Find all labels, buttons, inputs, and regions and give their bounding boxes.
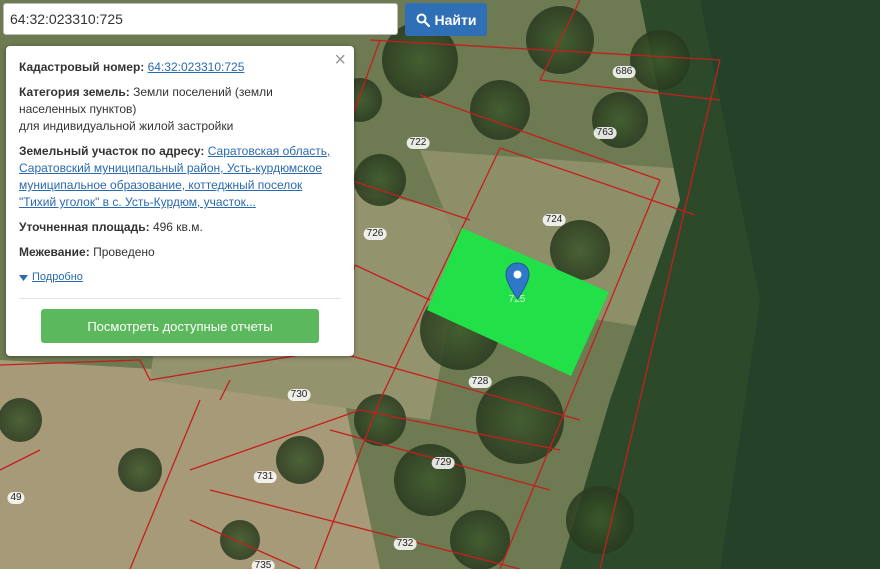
usage-value: для индивидуальной жилой застройки bbox=[19, 119, 234, 133]
area-label: Уточненная площадь: bbox=[19, 220, 150, 234]
search-button[interactable]: Найти bbox=[405, 3, 487, 36]
parcel-label[interactable]: 726 bbox=[363, 228, 387, 240]
parcel-label[interactable]: 735 bbox=[251, 560, 275, 572]
area-value: 496 кв.м. bbox=[152, 220, 203, 234]
search-button-label: Найти bbox=[434, 11, 477, 28]
search-input[interactable] bbox=[3, 3, 398, 35]
parcel-label[interactable]: 728 bbox=[468, 376, 492, 388]
parcel-label[interactable]: 731 bbox=[253, 471, 277, 483]
details-toggle[interactable]: Подробно bbox=[19, 269, 341, 286]
category-label: Категория земель: bbox=[19, 85, 130, 99]
details-link[interactable]: Подробно bbox=[32, 269, 83, 286]
cadastral-label: Кадастровый номер: bbox=[19, 60, 145, 74]
map-marker-icon[interactable] bbox=[505, 262, 530, 300]
parcel-label[interactable]: 724 bbox=[542, 214, 566, 226]
address-row: Земельный участок по адресу: Саратовская… bbox=[19, 143, 341, 211]
parcel-label[interactable]: 686 bbox=[612, 66, 636, 78]
survey-row: Межевание: Проведено bbox=[19, 244, 341, 261]
survey-label: Межевание: bbox=[19, 245, 90, 259]
view-reports-button[interactable]: Посмотреть доступные отчеты bbox=[41, 309, 319, 343]
search-icon bbox=[416, 13, 430, 27]
parcel-label[interactable]: 722 bbox=[406, 137, 430, 149]
parcel-label[interactable]: 49 bbox=[7, 492, 25, 504]
divider bbox=[19, 298, 341, 299]
parcel-label[interactable]: 732 bbox=[393, 538, 417, 550]
area-row: Уточненная площадь: 496 кв.м. bbox=[19, 219, 341, 236]
close-icon[interactable]: × bbox=[334, 50, 346, 70]
cadastral-number-link[interactable]: 64:32:023310:725 bbox=[148, 60, 245, 74]
survey-value: Проведено bbox=[93, 245, 155, 259]
parcel-label[interactable]: 730 bbox=[287, 389, 311, 401]
category-row: Категория земель: Земли поселений (земли… bbox=[19, 84, 341, 135]
parcel-label[interactable]: 763 bbox=[593, 127, 617, 139]
cadastral-row: Кадастровый номер: 64:32:023310:725 bbox=[19, 59, 341, 76]
address-label: Земельный участок по адресу: bbox=[19, 144, 205, 158]
parcel-info-panel: × Кадастровый номер: 64:32:023310:725 Ка… bbox=[6, 46, 354, 356]
caret-down-icon bbox=[19, 274, 28, 281]
parcel-label[interactable]: 729 bbox=[431, 457, 455, 469]
